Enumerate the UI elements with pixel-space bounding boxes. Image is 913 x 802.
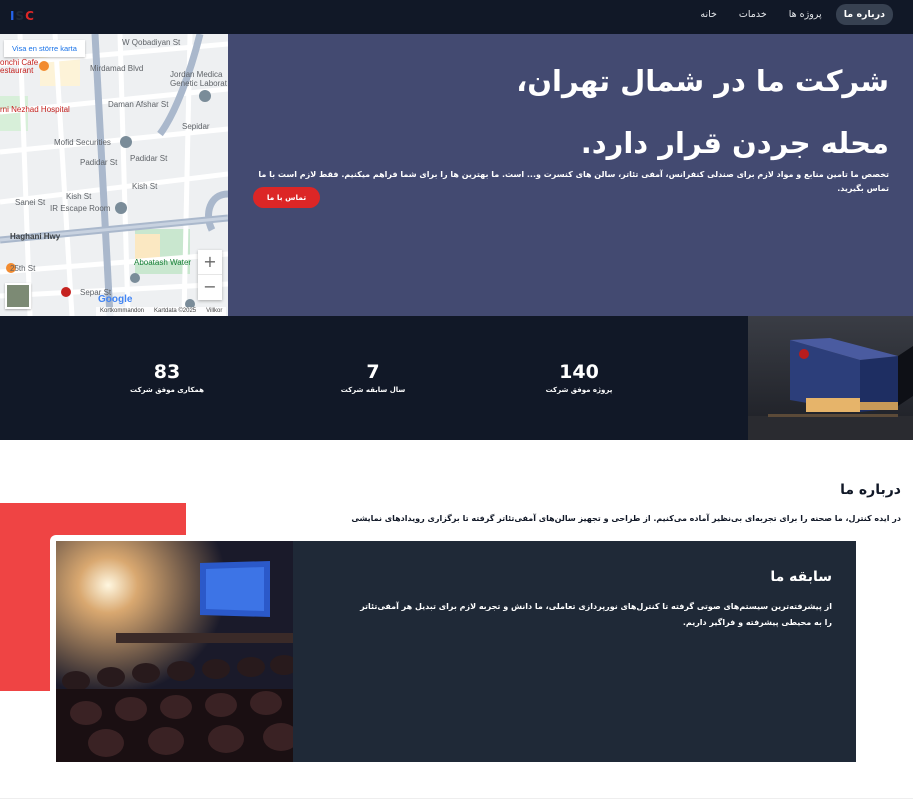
nav-home[interactable]: خانه: [692, 4, 725, 25]
map-zoom-control: + −: [198, 250, 222, 300]
map-label: Padidar St: [130, 154, 168, 163]
map-label: Kish St: [66, 192, 92, 201]
larger-map-link[interactable]: Visa en större karta: [4, 40, 85, 57]
top-navbar: I S C خانه خدمات پروژه ها درباره ما: [0, 0, 913, 34]
stats-section: 140 پروژه موفق شرکت 7 سال سابقه شرکت 83 …: [0, 316, 913, 440]
divider: [0, 798, 913, 799]
map-label: Jordan Medica: [170, 70, 223, 79]
google-logo: Google: [98, 294, 133, 305]
embedded-map[interactable]: Visa en större karta W Qobadiyan St onch…: [0, 34, 228, 316]
history-text: از پیشرفته‌ترین سیستم‌های صوتی گرفته تا …: [360, 602, 832, 627]
contact-us-button[interactable]: تماس با ما: [253, 187, 320, 208]
history-card: سابقه ما از پیشرفته‌ترین سیستم‌های صوتی …: [56, 541, 856, 762]
map-label: Sepidar: [182, 122, 210, 131]
logo-letter-c: C: [25, 9, 34, 23]
map-label: Mirdamad Blvd: [90, 64, 144, 73]
map-data-text: Kartdata ©2025: [154, 308, 197, 314]
history-title: سابقه ما: [770, 569, 832, 585]
stat-projects: 140 پروژه موفق شرکت: [509, 360, 649, 396]
nav-links: خانه خدمات پروژه ها درباره ما: [692, 4, 893, 25]
stat-label: سال سابقه شرکت: [340, 386, 406, 394]
about-title: درباره ما: [840, 482, 901, 498]
stat-value: 83: [153, 361, 181, 383]
building-image: [748, 316, 913, 440]
map-label: Aboatash Water: [134, 258, 192, 267]
stat-label: همکاری موفق شرکت: [130, 386, 204, 394]
map-label: Padidar St: [80, 158, 118, 167]
stat-years: 7 سال سابقه شرکت: [303, 360, 443, 396]
stat-label: پروژه موفق شرکت: [545, 386, 613, 394]
satellite-toggle[interactable]: [5, 283, 31, 309]
logo-letter-i: I: [10, 9, 15, 23]
stat-value: 7: [366, 361, 380, 383]
hero-section: Visa en större karta W Qobadiyan St onch…: [0, 34, 913, 316]
logo[interactable]: I S C: [10, 9, 34, 23]
zoom-in-button[interactable]: +: [198, 250, 222, 275]
nav-services[interactable]: خدمات: [731, 4, 775, 25]
hero-title: شرکت ما در شمال تهران، محله جردن قرار دا…: [516, 64, 889, 160]
map-label: Daman Afshar St: [108, 100, 169, 109]
stat-value: 140: [559, 361, 599, 383]
map-label: estaurant: [0, 66, 34, 75]
stat-partners: 83 همکاری موفق شرکت: [97, 360, 237, 396]
map-label: Haghani Hwy: [10, 232, 61, 241]
keyboard-shortcuts-link[interactable]: Kortkommandon: [100, 307, 144, 316]
about-text: در ایده کنترل، ما صحنه را برای تجربه‌ای …: [351, 514, 901, 523]
logo-letter-s: S: [15, 9, 25, 23]
terms-link[interactable]: Villkor: [206, 307, 222, 316]
map-label: Mofid Securities: [54, 138, 111, 147]
map-label: W Qobadiyan St: [122, 38, 181, 47]
map-label: 25th St: [10, 264, 36, 273]
hero-description: تخصص ما تامین منابع و مواد لازم برای صند…: [258, 170, 889, 193]
concert-image: [56, 541, 299, 762]
map-label: IR Escape Room: [50, 204, 111, 213]
nav-about[interactable]: درباره ما: [835, 4, 893, 25]
zoom-out-button[interactable]: −: [198, 275, 222, 300]
map-label: rni Nezhad Hospital: [0, 105, 70, 114]
map-label: Kish St: [132, 182, 158, 191]
map-attribution: Kortkommandon Kartdata ©2025 Villkor: [96, 307, 227, 316]
nav-projects[interactable]: پروژه ها: [781, 4, 830, 25]
map-label: Sanei St: [15, 198, 46, 207]
map-label: Genetic Laborat: [170, 79, 227, 88]
